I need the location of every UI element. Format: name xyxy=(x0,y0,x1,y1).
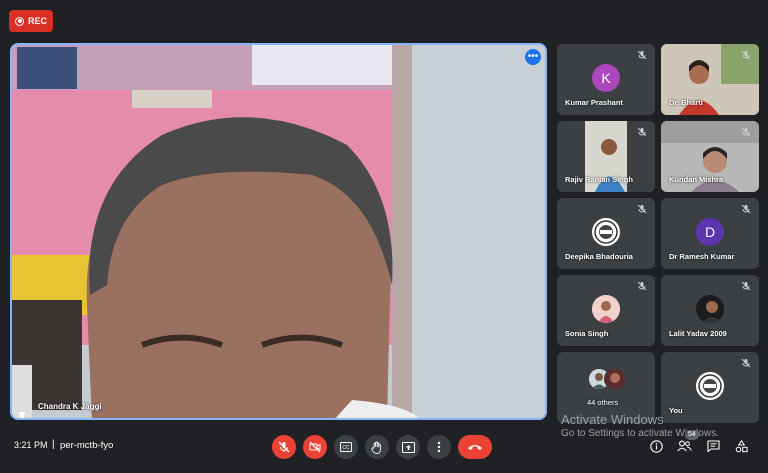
avatar: D xyxy=(696,218,724,246)
avatar xyxy=(696,295,724,323)
participant-tile[interactable]: K Kumar Prashant xyxy=(557,44,655,115)
activities-icon xyxy=(735,439,748,452)
mic-off-icon xyxy=(637,50,647,60)
participant-tile[interactable]: Rajiv Ranjan Singh xyxy=(557,121,655,192)
mic-off-icon xyxy=(741,50,751,60)
activities-button[interactable] xyxy=(733,438,749,454)
participant-count-badge: 54 xyxy=(685,430,699,440)
avatar xyxy=(592,295,620,323)
mic-off-icon xyxy=(741,204,751,214)
chat-icon xyxy=(706,440,720,452)
speaker-video xyxy=(12,45,545,418)
recording-badge: REC xyxy=(9,10,53,32)
more-options-button[interactable]: ••• xyxy=(525,49,541,65)
captions-icon: CC xyxy=(340,442,352,452)
mic-off-icon xyxy=(278,441,290,453)
info-icon xyxy=(649,439,663,453)
present-button[interactable] xyxy=(396,435,420,459)
participant-tile[interactable]: Deepika Bhadouria xyxy=(557,198,655,269)
mic-off-icon xyxy=(637,127,647,137)
participant-tile[interactable]: Dr. Bharti xyxy=(661,44,759,115)
participant-name: Kundan Mishra xyxy=(669,175,724,184)
participant-name: Kumar Prashant xyxy=(565,98,623,107)
main-speaker-name: Chandra K Jaggi xyxy=(38,402,102,411)
record-icon xyxy=(15,16,24,26)
separator: | xyxy=(52,439,55,450)
captions-button[interactable]: CC xyxy=(334,435,358,459)
camera-off-icon xyxy=(309,441,321,453)
avatar xyxy=(696,372,724,400)
participant-name: Dr. Bharti xyxy=(669,98,703,107)
meeting-code: per-mctb-fyo xyxy=(60,440,114,451)
meeting-time: 3:21 PM xyxy=(14,440,48,450)
raise-hand-button[interactable] xyxy=(365,435,389,459)
camera-toggle-button[interactable] xyxy=(303,435,327,459)
bottom-toolbar: 3:21 PM | per-mctb-fyo CC 54 xyxy=(0,425,768,473)
mic-off-icon xyxy=(741,358,751,368)
main-speaker-tile[interactable]: ••• Chandra K Jaggi xyxy=(10,43,547,420)
svg-text:CC: CC xyxy=(342,445,350,451)
avatar xyxy=(604,368,626,390)
mic-off-icon xyxy=(637,204,647,214)
avatar xyxy=(592,218,620,246)
participant-name: Lalit Yadav 2009 xyxy=(669,329,727,338)
people-icon xyxy=(676,440,692,452)
end-call-icon xyxy=(468,445,482,450)
end-call-button[interactable] xyxy=(458,435,492,459)
meeting-info-button[interactable] xyxy=(648,438,664,454)
participant-name: Dr Ramesh Kumar xyxy=(669,252,735,261)
participant-tile[interactable]: D Dr Ramesh Kumar xyxy=(661,198,759,269)
participant-tile[interactable]: Sonia Singh xyxy=(557,275,655,346)
participant-name: Sonia Singh xyxy=(565,329,609,338)
mic-toggle-button[interactable] xyxy=(272,435,296,459)
mic-off-icon xyxy=(741,281,751,291)
chat-button[interactable] xyxy=(705,438,721,454)
mic-off-icon xyxy=(637,281,647,291)
participant-tile[interactable]: Lalit Yadav 2009 xyxy=(661,275,759,346)
more-options-icon xyxy=(437,441,441,453)
present-icon xyxy=(401,441,415,453)
recording-label: REC xyxy=(28,16,48,26)
others-count: 44 others xyxy=(587,398,619,407)
raise-hand-icon xyxy=(371,441,381,454)
mic-off-icon xyxy=(741,127,751,137)
participant-tile[interactable]: Kundan Mishra xyxy=(661,121,759,192)
participant-name: Deepika Bhadouria xyxy=(565,252,633,261)
people-button[interactable] xyxy=(676,438,692,454)
avatar: K xyxy=(592,64,620,92)
more-options-button[interactable] xyxy=(427,435,451,459)
participant-name: Rajiv Ranjan Singh xyxy=(565,175,633,184)
